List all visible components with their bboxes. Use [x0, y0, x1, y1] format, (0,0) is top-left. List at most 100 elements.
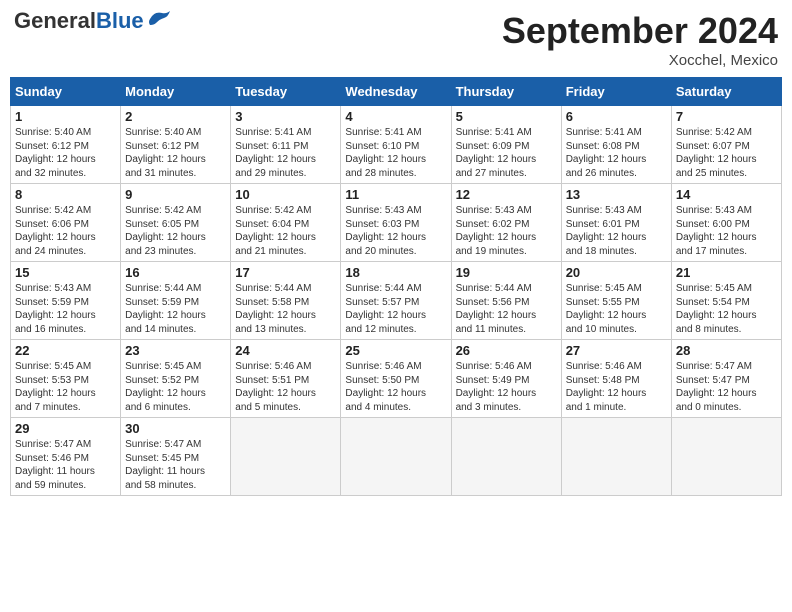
cell-details: Sunrise: 5:46 AMSunset: 5:50 PMDaylight:…: [345, 360, 446, 414]
calendar-cell: 11 Sunrise: 5:43 AMSunset: 6:03 PMDayligh…: [341, 184, 451, 262]
calendar-cell: 9 Sunrise: 5:42 AMSunset: 6:05 PMDaylight…: [121, 184, 231, 262]
day-number: 13: [566, 187, 667, 202]
day-number: 5: [456, 109, 557, 124]
weekday-header-thursday: Thursday: [451, 78, 561, 106]
calendar-cell: 7Sunrise: 5:42 AMSunset: 6:07 PMDaylight…: [671, 106, 781, 184]
cell-details: Sunrise: 5:43 AMSunset: 5:59 PMDaylight:…: [15, 282, 116, 336]
calendar-cell: 8 Sunrise: 5:42 AMSunset: 6:06 PMDaylight…: [11, 184, 121, 262]
day-number: 29: [15, 421, 116, 436]
calendar-cell: 18 Sunrise: 5:44 AMSunset: 5:57 PMDayligh…: [341, 262, 451, 340]
cell-details: Sunrise: 5:44 AMSunset: 5:57 PMDaylight:…: [345, 282, 446, 336]
cell-details: Sunrise: 5:42 AMSunset: 6:06 PMDaylight:…: [15, 204, 116, 258]
day-number: 6: [566, 109, 667, 124]
day-number: 19: [456, 265, 557, 280]
calendar-cell: 1Sunrise: 5:40 AMSunset: 6:12 PMDaylight…: [11, 106, 121, 184]
calendar-cell: [671, 418, 781, 496]
location: Xocchel, Mexico: [502, 52, 778, 69]
day-number: 22: [15, 343, 116, 358]
title-area: September 2024 Xocchel, Mexico: [502, 10, 778, 69]
calendar-cell: 10Sunrise: 5:42 AMSunset: 6:04 PMDayligh…: [231, 184, 341, 262]
cell-details: Sunrise: 5:47 AMSunset: 5:45 PMDaylight:…: [125, 438, 226, 492]
cell-details: Sunrise: 5:43 AMSunset: 6:00 PMDaylight:…: [676, 204, 777, 258]
calendar-week-row: 8 Sunrise: 5:42 AMSunset: 6:06 PMDaylight…: [11, 184, 782, 262]
calendar-cell: [231, 418, 341, 496]
calendar-cell: 17 Sunrise: 5:44 AMSunset: 5:58 PMDayligh…: [231, 262, 341, 340]
cell-details: Sunrise: 5:41 AMSunset: 6:08 PMDaylight:…: [566, 126, 667, 180]
day-number: 4: [345, 109, 446, 124]
day-number: 27: [566, 343, 667, 358]
calendar-cell: 13 Sunrise: 5:43 AMSunset: 6:01 PMDayligh…: [561, 184, 671, 262]
weekday-header-tuesday: Tuesday: [231, 78, 341, 106]
calendar-cell: 25 Sunrise: 5:46 AMSunset: 5:50 PMDayligh…: [341, 340, 451, 418]
cell-details: Sunrise: 5:42 AMSunset: 6:05 PMDaylight:…: [125, 204, 226, 258]
day-number: 11: [345, 187, 446, 202]
cell-details: Sunrise: 5:44 AMSunset: 5:59 PMDaylight:…: [125, 282, 226, 336]
calendar-cell: [451, 418, 561, 496]
day-number: 18: [345, 265, 446, 280]
day-number: 26: [456, 343, 557, 358]
calendar-cell: 3 Sunrise: 5:41 AMSunset: 6:11 PMDaylight…: [231, 106, 341, 184]
cell-details: Sunrise: 5:44 AMSunset: 5:58 PMDaylight:…: [235, 282, 336, 336]
cell-details: Sunrise: 5:43 AMSunset: 6:03 PMDaylight:…: [345, 204, 446, 258]
month-title: September 2024: [502, 10, 778, 52]
calendar-cell: 21 Sunrise: 5:45 AMSunset: 5:54 PMDayligh…: [671, 262, 781, 340]
cell-details: Sunrise: 5:44 AMSunset: 5:56 PMDaylight:…: [456, 282, 557, 336]
cell-details: Sunrise: 5:43 AMSunset: 6:01 PMDaylight:…: [566, 204, 667, 258]
day-number: 20: [566, 265, 667, 280]
calendar-week-row: 15Sunrise: 5:43 AMSunset: 5:59 PMDayligh…: [11, 262, 782, 340]
day-number: 28: [676, 343, 777, 358]
calendar-cell: 30 Sunrise: 5:47 AMSunset: 5:45 PMDayligh…: [121, 418, 231, 496]
day-number: 8: [15, 187, 116, 202]
logo-bird-icon: [146, 9, 174, 29]
calendar-table: SundayMondayTuesdayWednesdayThursdayFrid…: [10, 77, 782, 496]
calendar-cell: 27 Sunrise: 5:46 AMSunset: 5:48 PMDayligh…: [561, 340, 671, 418]
day-number: 2: [125, 109, 226, 124]
calendar-week-row: 29 Sunrise: 5:47 AMSunset: 5:46 PMDayligh…: [11, 418, 782, 496]
cell-details: Sunrise: 5:45 AMSunset: 5:54 PMDaylight:…: [676, 282, 777, 336]
day-number: 17: [235, 265, 336, 280]
calendar-cell: 6 Sunrise: 5:41 AMSunset: 6:08 PMDaylight…: [561, 106, 671, 184]
cell-details: Sunrise: 5:42 AMSunset: 6:07 PMDaylight:…: [676, 126, 777, 180]
cell-details: Sunrise: 5:46 AMSunset: 5:49 PMDaylight:…: [456, 360, 557, 414]
day-number: 3: [235, 109, 336, 124]
calendar-cell: [341, 418, 451, 496]
calendar-cell: 24Sunrise: 5:46 AMSunset: 5:51 PMDayligh…: [231, 340, 341, 418]
day-number: 16: [125, 265, 226, 280]
calendar-cell: 2Sunrise: 5:40 AMSunset: 6:12 PMDaylight…: [121, 106, 231, 184]
calendar-cell: 12Sunrise: 5:43 AMSunset: 6:02 PMDayligh…: [451, 184, 561, 262]
calendar-cell: [561, 418, 671, 496]
weekday-header-saturday: Saturday: [671, 78, 781, 106]
cell-details: Sunrise: 5:41 AMSunset: 6:10 PMDaylight:…: [345, 126, 446, 180]
day-number: 21: [676, 265, 777, 280]
cell-details: Sunrise: 5:47 AMSunset: 5:46 PMDaylight:…: [15, 438, 116, 492]
weekday-header-monday: Monday: [121, 78, 231, 106]
cell-details: Sunrise: 5:45 AMSunset: 5:55 PMDaylight:…: [566, 282, 667, 336]
cell-details: Sunrise: 5:46 AMSunset: 5:48 PMDaylight:…: [566, 360, 667, 414]
day-number: 9: [125, 187, 226, 202]
logo-blue: Blue: [96, 8, 144, 33]
day-number: 12: [456, 187, 557, 202]
weekday-header-sunday: Sunday: [11, 78, 121, 106]
cell-details: Sunrise: 5:41 AMSunset: 6:09 PMDaylight:…: [456, 126, 557, 180]
logo: GeneralBlue: [14, 10, 174, 32]
calendar-cell: 20 Sunrise: 5:45 AMSunset: 5:55 PMDayligh…: [561, 262, 671, 340]
calendar-header-row: SundayMondayTuesdayWednesdayThursdayFrid…: [11, 78, 782, 106]
day-number: 25: [345, 343, 446, 358]
weekday-header-wednesday: Wednesday: [341, 78, 451, 106]
day-number: 14: [676, 187, 777, 202]
calendar-cell: 23Sunrise: 5:45 AMSunset: 5:52 PMDayligh…: [121, 340, 231, 418]
calendar-cell: 4 Sunrise: 5:41 AMSunset: 6:10 PMDaylight…: [341, 106, 451, 184]
cell-details: Sunrise: 5:45 AMSunset: 5:53 PMDaylight:…: [15, 360, 116, 414]
calendar-cell: 28Sunrise: 5:47 AMSunset: 5:47 PMDayligh…: [671, 340, 781, 418]
cell-details: Sunrise: 5:41 AMSunset: 6:11 PMDaylight:…: [235, 126, 336, 180]
day-number: 30: [125, 421, 226, 436]
logo-general: General: [14, 8, 96, 33]
cell-details: Sunrise: 5:42 AMSunset: 6:04 PMDaylight:…: [235, 204, 336, 258]
calendar-week-row: 22 Sunrise: 5:45 AMSunset: 5:53 PMDayligh…: [11, 340, 782, 418]
calendar-week-row: 1Sunrise: 5:40 AMSunset: 6:12 PMDaylight…: [11, 106, 782, 184]
cell-details: Sunrise: 5:46 AMSunset: 5:51 PMDaylight:…: [235, 360, 336, 414]
calendar-cell: 15Sunrise: 5:43 AMSunset: 5:59 PMDayligh…: [11, 262, 121, 340]
calendar-cell: 22 Sunrise: 5:45 AMSunset: 5:53 PMDayligh…: [11, 340, 121, 418]
page-header: GeneralBlue September 2024 Xocchel, Mexi…: [10, 10, 782, 69]
weekday-header-friday: Friday: [561, 78, 671, 106]
